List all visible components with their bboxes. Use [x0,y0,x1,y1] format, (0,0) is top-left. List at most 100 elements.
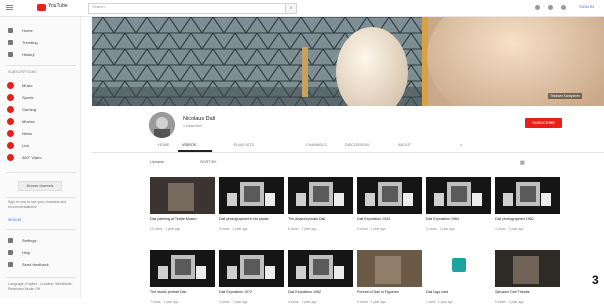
banner-info-label[interactable]: Tristram Kantyshev [548,93,583,99]
video-title[interactable]: Dalí Exposition 1972 [219,290,284,295]
video-thumbnail[interactable] [219,250,284,287]
framed-photo-small [541,193,551,206]
video-title[interactable]: Dalí logo card [426,290,491,295]
gear-icon [8,238,13,243]
sidebar-divider [6,277,76,278]
sidebar-item-live[interactable]: Live [0,141,80,151]
sports-icon [7,94,14,101]
video-title[interactable]: Salvador Dalí Theatre [495,290,560,295]
signin-button[interactable]: SIGN IN [579,4,594,9]
video-thumbnail[interactable] [495,177,560,214]
search-input[interactable] [88,3,286,14]
video-thumbnail[interactable] [357,250,422,287]
video-title[interactable]: The studio portrait Dalí [150,290,215,295]
uploads-dropdown[interactable]: Uploads [150,160,164,164]
subscriptions-heading: SUBSCRIPTIONS [8,70,37,74]
signin-prompt: Sign in now to see your channels and rec… [8,200,67,209]
browse-channels-button[interactable]: Browse channels [18,181,62,191]
photo-figure [513,256,539,284]
sidebar-item-home[interactable]: Home [0,26,80,36]
sidebar-item-label: Live [22,143,30,148]
video-thumbnail[interactable] [150,177,215,214]
sidebar-item-sports[interactable]: Sports [0,93,80,103]
video-thumbnail[interactable] [288,177,353,214]
more-icon[interactable] [561,5,566,10]
video-title[interactable]: Dalí Exposition 1962 [288,290,353,295]
sidebar-item-movies[interactable]: Movies [0,117,80,127]
framed-photo-small [334,266,344,279]
tab-about[interactable]: ABOUT [398,143,411,147]
sidebar-item-feedback[interactable]: Send feedback [0,260,80,270]
top-bar: YouTube Search ⌕ SIGN IN [0,0,604,17]
sidebar-item-settings[interactable]: Settings [0,236,80,246]
sidebar-item-label: Home [22,28,33,33]
framed-photo [516,182,540,206]
video-title[interactable]: Dalí Exposition 1934 [357,217,422,222]
sidebar-item-help[interactable]: Help [0,248,80,258]
video-title[interactable]: Portrait of Dalí in Figueres [357,290,422,295]
upload-icon[interactable] [535,5,540,10]
sort-by-button[interactable]: SORT BY [200,160,217,164]
tab-playlists[interactable]: PLAYLISTS [234,143,254,147]
framed-photo [309,182,333,206]
framed-photo-small [196,266,206,279]
sidebar-item-label: Trending [22,40,38,45]
video-thumbnail[interactable] [288,250,353,287]
sidebar-item-music[interactable]: Music [0,81,80,91]
tab-discussion[interactable]: DISCUSSION [345,143,369,147]
menu-icon[interactable] [6,5,13,6]
framed-photo-small [296,193,306,206]
sidebar-item-label: Gaming [22,107,37,112]
page-number: 3 [592,273,599,287]
gaming-icon [7,106,14,113]
search-button[interactable]: ⌕ [285,3,297,14]
subscribe-button[interactable]: SUBSCRIBE [525,118,562,128]
video-title[interactable]: Dalí painting at Teatre Museo [150,217,215,222]
trending-icon [8,40,13,45]
video-thumbnail[interactable] [357,177,422,214]
video-title[interactable]: The Anamorphosis Dalí [288,217,353,222]
sidebar-item-label: Music [22,83,33,88]
video-title[interactable]: Dalí photographed in his studio [219,217,284,222]
video-thumbnail[interactable] [426,250,491,287]
video-meta: 6 views · 1 year ago [219,227,248,231]
search-channel-icon[interactable]: ⌕ [460,143,462,147]
sidebar-item-gaming[interactable]: Gaming [0,105,80,115]
sidebar-item-label: News [22,131,33,136]
channel-name: Nicolaus Dalí [183,116,216,122]
framed-photo [309,255,333,279]
video-thumbnail[interactable] [426,177,491,214]
video-title[interactable]: Dalí photographed 1962 [495,217,560,222]
sidebar-item-news[interactable]: News [0,129,80,139]
sidebar-item-360-video[interactable]: 360° Video [0,153,80,163]
sidebar-divider [6,229,76,230]
apps-icon[interactable] [548,5,553,10]
video-thumbnail[interactable] [219,177,284,214]
framed-photo-small [434,193,444,206]
sidebar-item-trending[interactable]: Trending [0,38,80,48]
sidebar-item-label: Help [22,250,31,255]
video-meta: 1 view · 1 year ago [426,300,453,304]
youtube-logo-icon[interactable] [37,4,46,11]
sidebar-signin-link[interactable]: SIGN IN [8,218,21,222]
video-meta: 12 views · 1 year ago [150,227,181,231]
sidebar-footer: Language: English · Location: Worldwide … [8,282,74,291]
video-meta: 3 views · 1 year ago [426,227,455,231]
history-icon [8,52,13,57]
channel-avatar[interactable] [149,112,175,138]
framed-photo-small [158,266,168,279]
sidebar-item-history[interactable]: History [0,50,80,60]
home-icon [8,28,13,33]
subscriber-count: 1 subscriber [183,124,203,128]
grid-view-icon[interactable]: ▦ [520,160,525,166]
feedback-icon [8,262,13,267]
video-thumbnail[interactable] [495,250,560,287]
video-title[interactable]: Dalí Exposition 1964 [426,217,491,222]
tab-videos[interactable]: VIDEOS [182,143,196,147]
video-thumbnail[interactable] [150,250,215,287]
video-meta: 2 views · 1 year ago [219,300,248,304]
tab-channels[interactable]: CHANNELS [306,143,327,147]
music-icon [7,82,14,89]
tab-home[interactable]: HOME [158,143,169,147]
youtube-logo-text[interactable]: YouTube [48,3,68,9]
